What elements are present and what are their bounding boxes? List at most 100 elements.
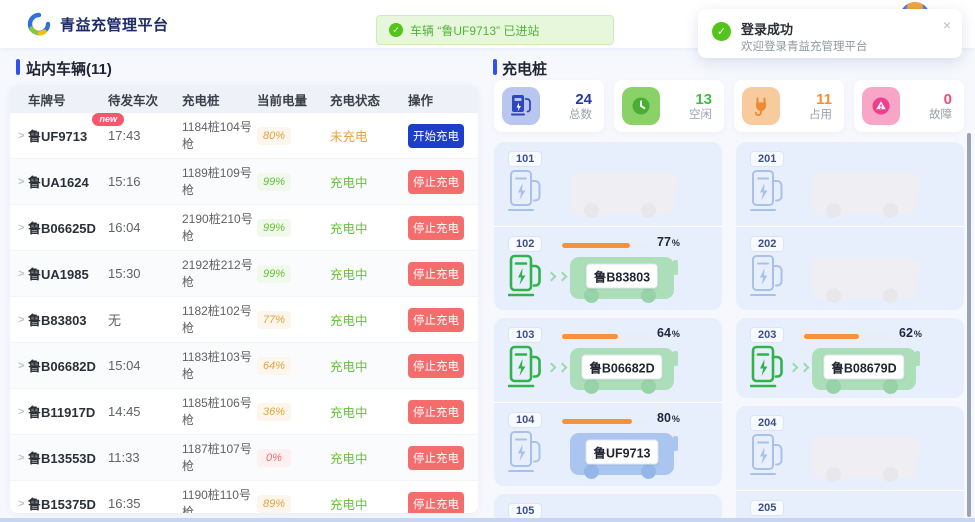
stat-card: 24总数: [494, 80, 604, 132]
pile-name: 1184桩104号枪: [182, 119, 254, 153]
row-expand-icon[interactable]: >: [18, 176, 28, 188]
row-expand-icon[interactable]: >: [18, 452, 28, 464]
stop-charge-button[interactable]: 停止充电: [408, 262, 464, 286]
battery-cell: 64%: [257, 357, 330, 375]
bus-graphic: 鲁B08679D: [812, 348, 916, 390]
table-header-cell: 待发车次: [108, 90, 182, 109]
stop-charge-button[interactable]: 停止充电: [408, 400, 464, 424]
start-charge-button[interactable]: 开始充电: [408, 124, 464, 148]
charge-status: 充电中: [330, 264, 408, 283]
battery-cell: 0%: [257, 449, 330, 467]
pile-card: 201202: [736, 142, 964, 310]
stop-charge-button[interactable]: 停止充电: [408, 216, 464, 240]
bus-front-tab: [673, 351, 678, 366]
vehicle-plate: 鲁B06682D: [28, 356, 108, 375]
pile-id-chip: 105: [508, 503, 542, 519]
table-row[interactable]: >鲁B15375D16:351190桩110号枪89%充电中停止充电: [10, 481, 478, 513]
table-row[interactable]: >鲁B13553D11:331187桩107号枪0%充电中停止充电: [10, 435, 478, 481]
action-cell: 停止充电: [408, 446, 478, 470]
row-expand-icon[interactable]: >: [18, 360, 28, 372]
bus-plate: 鲁UF9713: [586, 440, 659, 465]
table-row[interactable]: >鲁B83803无1182桩102号枪77%充电中停止充电: [10, 297, 478, 343]
bus-wheel: [641, 379, 656, 394]
vehicle-plate: 鲁UF9713new: [28, 126, 108, 145]
battery-badge: 64%: [257, 357, 291, 375]
row-expand-icon[interactable]: >: [18, 314, 28, 326]
bus-wheel: [584, 288, 599, 303]
bus-wheel: [826, 288, 841, 303]
bus-front-tab: [673, 175, 678, 190]
login-success-notice: ✓ 登录成功 欢迎登录青益充管理平台 ×: [698, 9, 962, 58]
stop-charge-button[interactable]: 停止充电: [408, 308, 464, 332]
battery-cell: 99%: [257, 173, 330, 191]
chevron-right-icon: [558, 272, 568, 282]
table-row[interactable]: >鲁B06682D15:041183桩103号枪64%充电中停止充电: [10, 343, 478, 389]
stat-value: 24: [569, 91, 592, 108]
pile-progress-bar: [562, 419, 650, 424]
percent-sign: %: [672, 329, 680, 339]
table-row[interactable]: >鲁UA198515:302192桩212号枪99%充电中停止充电: [10, 251, 478, 297]
row-expand-icon[interactable]: >: [18, 268, 28, 280]
bus-wheel: [883, 288, 898, 303]
battery-cell: 99%: [257, 265, 330, 283]
bus-wheel: [883, 467, 898, 482]
stat-card: 11占用: [734, 80, 844, 132]
pile-column: 10110277%鲁B8380310364%鲁B06682D10480%鲁UF9…: [494, 142, 722, 522]
stat-value: 0: [929, 91, 952, 108]
row-expand-icon[interactable]: >: [18, 222, 28, 234]
charge-status: 充电中: [330, 218, 408, 237]
table-row[interactable]: >鲁B11917D14:451185桩106号枪36%充电中停止充电: [10, 389, 478, 435]
vehicle-table-head: 车牌号待发车次充电桩当前电量充电状态操作: [10, 85, 478, 113]
vertical-scrollbar[interactable]: [967, 133, 971, 517]
bus-graphic: [570, 172, 674, 214]
pile-progress-bar: [804, 334, 892, 339]
section-bar: [16, 59, 20, 75]
charger-icon: [502, 87, 540, 125]
table-row[interactable]: >鲁B06625D16:042190桩210号枪99%充电中停止充电: [10, 205, 478, 251]
row-expand-icon[interactable]: >: [18, 406, 28, 418]
percent-sign: %: [672, 414, 680, 424]
action-cell: 开始充电: [408, 124, 478, 148]
pile-card: 20362%鲁B08679D: [736, 318, 964, 398]
battery-cell: 80%: [257, 127, 330, 145]
notice-title: 登录成功: [741, 19, 793, 38]
table-row[interactable]: >鲁UF9713new17:431184桩104号枪80%未充电开始充电: [10, 113, 478, 159]
depart-time: 16:35: [108, 496, 182, 511]
stop-charge-button[interactable]: 停止充电: [408, 354, 464, 378]
stop-charge-button[interactable]: 停止充电: [408, 446, 464, 470]
bus-wheel: [641, 288, 656, 303]
row-expand-icon[interactable]: >: [18, 130, 28, 142]
pile-stats-row: 24总数13空闲11占用0故障: [494, 80, 964, 132]
stat-text: 0故障: [929, 91, 952, 122]
pile-id-chip: 103: [508, 327, 542, 343]
app-logo-icon: [27, 12, 51, 36]
bus-wheel: [641, 464, 656, 479]
table-row[interactable]: >鲁UA162415:161189桩109号枪99%充电中停止充电: [10, 159, 478, 205]
battery-badge: 99%: [257, 173, 291, 191]
stat-text: 24总数: [569, 91, 592, 122]
action-cell: 停止充电: [408, 492, 478, 514]
bus-graphic: 鲁UF9713: [570, 433, 674, 475]
window-bottom-edge: [0, 518, 975, 522]
pile-section: 202: [736, 226, 964, 310]
close-icon[interactable]: ×: [943, 18, 951, 32]
table-header-cell: 充电桩: [182, 90, 257, 109]
bus-front-tab: [915, 439, 920, 454]
piles-section-title: 充电桩: [502, 58, 547, 79]
pile-progress-fill: [562, 419, 632, 424]
stop-charge-button[interactable]: 停止充电: [408, 492, 464, 514]
depart-time: 17:43: [108, 128, 182, 143]
vehicle-plate: 鲁B13553D: [28, 448, 108, 467]
stop-charge-button[interactable]: 停止充电: [408, 170, 464, 194]
pile-name: 1182桩102号枪: [182, 303, 254, 337]
stat-value: 11: [809, 91, 832, 108]
bus-wheel: [826, 379, 841, 394]
pile-card: 10364%鲁B06682D10480%鲁UF9713: [494, 318, 722, 486]
chevron-right-icon: [558, 363, 568, 373]
depart-time: 11:33: [108, 450, 182, 465]
bus-plate: 鲁B06682D: [581, 355, 662, 380]
check-icon: ✓: [389, 23, 403, 37]
pile-id-chip: 101: [508, 151, 542, 167]
row-expand-icon[interactable]: >: [18, 498, 28, 510]
pile-progress-bar: [562, 243, 650, 248]
